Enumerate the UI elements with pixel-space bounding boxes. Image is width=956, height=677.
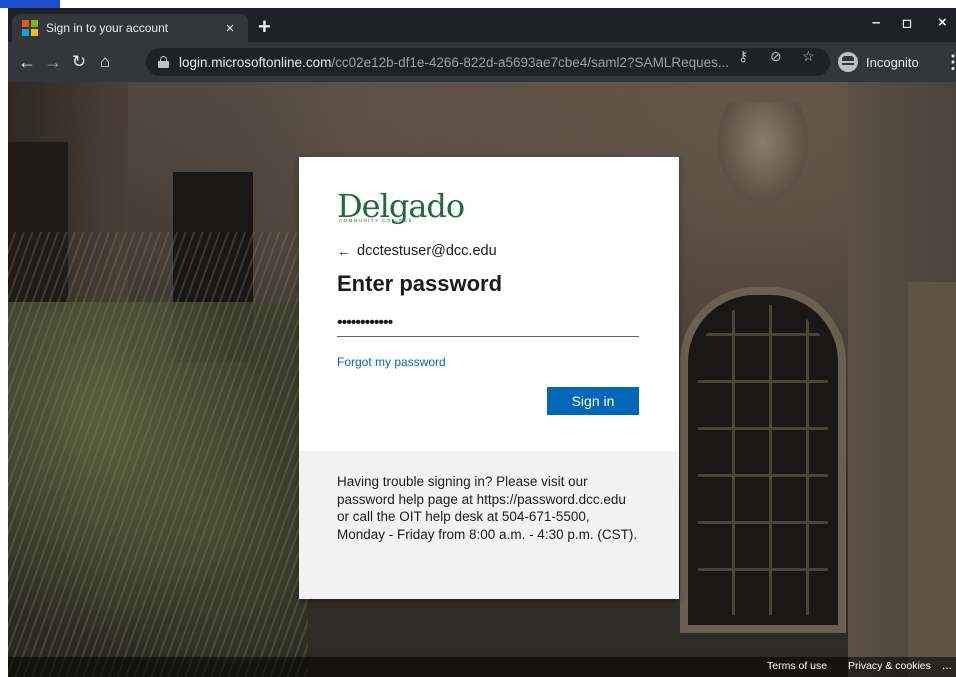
eagle-statue xyxy=(718,102,808,202)
page-background: Delgado COMMUNITY COLLEGE ← dcctestuser@… xyxy=(8,82,956,677)
new-tab-button[interactable]: + xyxy=(258,16,271,38)
window-close-icon[interactable]: × xyxy=(938,14,947,31)
star-icon[interactable]: ☆ xyxy=(802,48,815,65)
arched-window xyxy=(680,287,846,633)
page-title: Enter password xyxy=(337,271,503,296)
forgot-password-link[interactable]: Forgot my password xyxy=(337,355,446,369)
signin-card: Delgado COMMUNITY COLLEGE ← dcctestuser@… xyxy=(299,157,679,599)
background-window-edge-red xyxy=(320,0,336,8)
logo-subtitle: COMMUNITY COLLEGE xyxy=(339,218,413,223)
tab-close-icon[interactable]: × xyxy=(222,20,238,37)
footer-more-icon[interactable]: ... xyxy=(942,658,952,672)
identity-banner[interactable]: ← dcctestuser@dcc.edu xyxy=(337,243,497,259)
eye-off-icon[interactable]: ⊘ xyxy=(770,48,782,65)
address-bar[interactable]: login.microsoftonline.com/cc02e12b-df1e-… xyxy=(146,48,830,76)
password-field[interactable]: •••••••••••• xyxy=(337,309,639,337)
incognito-indicator[interactable]: Incognito xyxy=(834,48,938,76)
page-footer: Terms of use Privacy & cookies ... xyxy=(8,657,956,677)
browser-window: Sign in to your account × + – ◻ × ← → ↻ … xyxy=(8,8,956,677)
palm-fronds xyxy=(8,232,308,677)
window-top-strip xyxy=(0,0,956,8)
back-arrow-icon[interactable]: ← xyxy=(337,243,351,259)
background-window-edge xyxy=(0,0,60,8)
building-column xyxy=(908,282,956,677)
tab-title: Sign in to your account xyxy=(46,21,169,35)
incognito-icon xyxy=(838,52,858,72)
incognito-label: Incognito xyxy=(866,54,919,70)
tab-strip: Sign in to your account × + – ◻ × xyxy=(8,8,956,42)
help-text: Having trouble signing in? Please visit … xyxy=(337,474,638,542)
more-icon[interactable]: ⋮ xyxy=(944,52,956,73)
lock-icon[interactable] xyxy=(158,56,169,68)
username-label: dcctestuser@dcc.edu xyxy=(357,243,497,259)
minimize-icon[interactable]: – xyxy=(872,14,880,31)
microsoft-icon xyxy=(22,20,38,36)
help-panel: Having trouble signing in? Please visit … xyxy=(299,451,679,599)
maximize-icon[interactable]: ◻ xyxy=(902,16,912,30)
forward-icon[interactable]: → xyxy=(42,52,64,72)
reload-icon[interactable]: ↻ xyxy=(68,52,90,72)
back-icon[interactable]: ← xyxy=(16,52,38,72)
browser-toolbar: ← → ↻ ⌂ login.microsoftonline.com/cc02e1… xyxy=(8,42,956,82)
terms-link[interactable]: Terms of use xyxy=(767,660,827,672)
delgado-logo: Delgado COMMUNITY COLLEGE xyxy=(337,189,465,223)
tab-sign-in[interactable]: Sign in to your account × xyxy=(12,14,248,42)
key-icon[interactable]: ⚷ xyxy=(738,48,748,65)
privacy-link[interactable]: Privacy & cookies xyxy=(848,660,931,672)
sign-in-button[interactable]: Sign in xyxy=(547,387,639,415)
address-url[interactable]: login.microsoftonline.com/cc02e12b-df1e-… xyxy=(179,55,739,70)
home-icon[interactable]: ⌂ xyxy=(94,52,116,72)
